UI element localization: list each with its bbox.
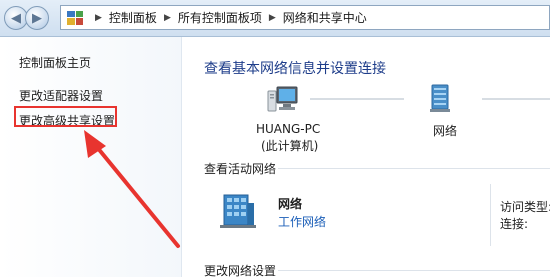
section-divider (278, 168, 550, 169)
connection-line (482, 98, 550, 100)
sidebar-item-change-adapter-settings[interactable]: 更改适配器设置 (19, 87, 103, 104)
main-content: 查看基本网络信息并设置连接 HUANG-PC (此计算机) 网络 查看活动网络 … (182, 37, 550, 277)
section-title-active-networks: 查看活动网络 (204, 162, 277, 176)
address-toolbar: ◀ ▶ ▶ 控制面板 ▶ 所有控制面板项 ▶ 网络和共享中心 (0, 0, 550, 37)
connection-line (310, 98, 404, 100)
access-type-label: 访问类型: (500, 200, 550, 214)
section-divider (278, 270, 550, 271)
breadcrumb-chevron-icon[interactable]: ▶ (164, 13, 171, 23)
control-panel-icon (67, 10, 83, 25)
network-label: 网络 (433, 124, 458, 138)
computer-name: HUANG-PC (256, 122, 321, 136)
network-type-link[interactable]: 工作网络 (278, 213, 326, 230)
breadcrumb-control-panel[interactable]: 控制面板 (109, 9, 157, 26)
breadcrumb-all-items[interactable]: 所有控制面板项 (178, 9, 262, 26)
page-title: 查看基本网络信息并设置连接 (204, 61, 386, 77)
annotation-highlight-box (14, 106, 117, 127)
address-bar[interactable]: ▶ 控制面板 ▶ 所有控制面板项 ▶ 网络和共享中心 (60, 5, 550, 30)
sidebar-item-control-panel-home[interactable]: 控制面板主页 (19, 54, 91, 71)
forward-arrow-icon: ▶ (32, 10, 42, 26)
vertical-divider (490, 184, 491, 246)
network-icon (430, 84, 450, 112)
computer-sub-label: (此计算机) (261, 139, 319, 153)
breadcrumb-chevron-icon[interactable]: ▶ (269, 13, 276, 23)
connection-label: 连接: (500, 217, 529, 231)
computer-icon (267, 86, 298, 112)
breadcrumb-chevron-icon[interactable]: ▶ (95, 13, 102, 23)
breadcrumb-network-center[interactable]: 网络和共享中心 (283, 9, 367, 26)
active-network-icon[interactable] (218, 189, 258, 229)
active-network-name: 网络 (278, 197, 303, 211)
task-pane: 控制面板主页 更改适配器设置 更改高级共享设置 (0, 37, 182, 277)
forward-button[interactable]: ▶ (25, 6, 49, 30)
back-arrow-icon: ◀ (11, 10, 21, 26)
section-title-change-settings: 更改网络设置 (204, 264, 277, 277)
